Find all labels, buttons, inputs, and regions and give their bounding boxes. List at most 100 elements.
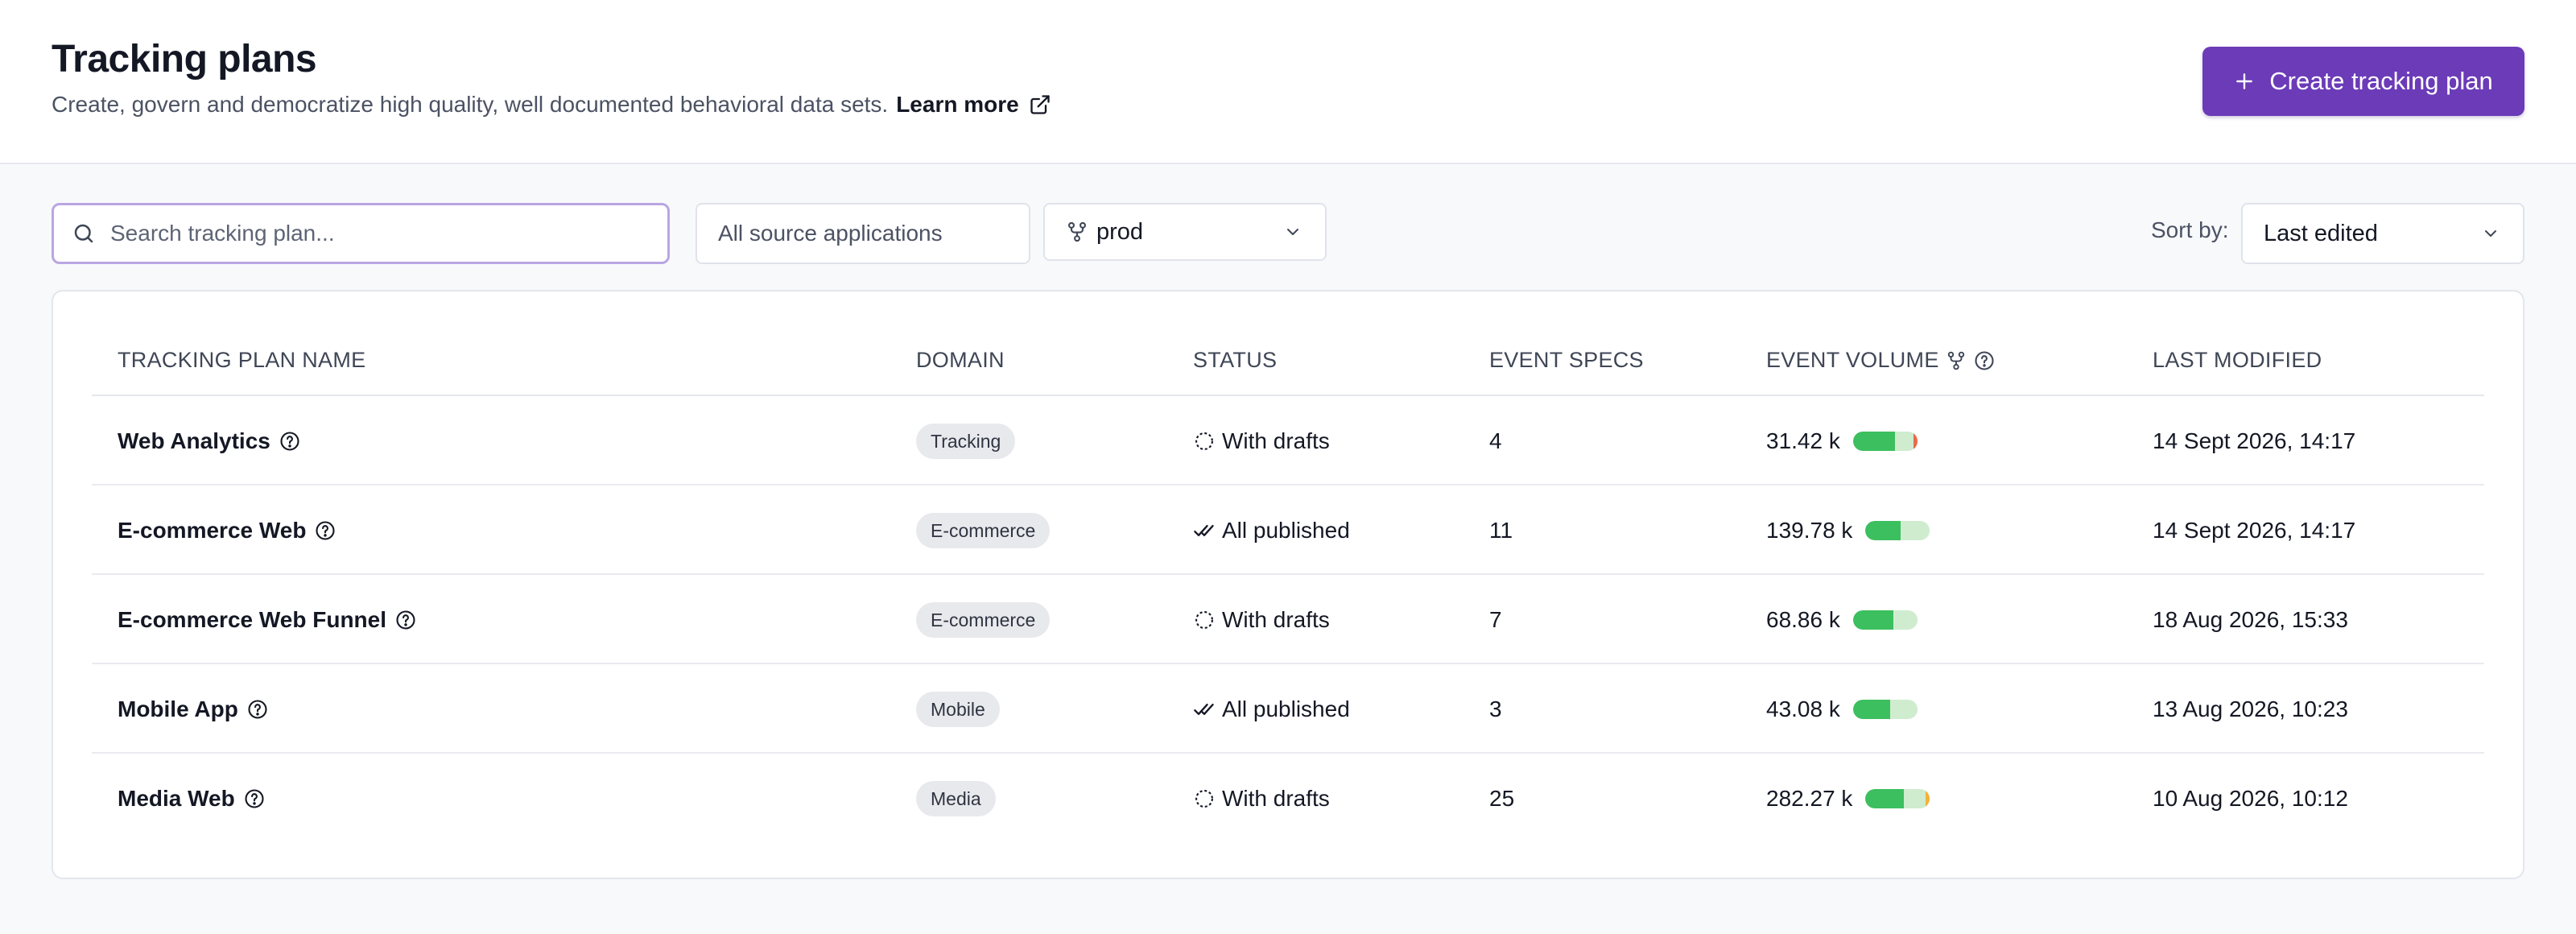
column-header-status[interactable]: STATUS (1193, 348, 1277, 373)
learn-more-label: Learn more (896, 92, 1019, 117)
table-row[interactable]: E-commerce Web E-commerce All published … (92, 486, 2484, 575)
plan-name[interactable]: Media Web (118, 786, 235, 812)
column-header-volume-label: EVENT VOLUME (1766, 348, 1939, 372)
status-cell: All published (1193, 486, 1350, 575)
help-icon[interactable] (246, 698, 269, 721)
table-body: Web Analytics Tracking With drafts 4 31.… (92, 396, 2484, 843)
domain-badge: Mobile (916, 691, 1000, 727)
plan-name-cell: E-commerce Web Funnel (118, 575, 417, 664)
status-text: All published (1222, 696, 1350, 721)
column-header-domain-label: DOMAIN (916, 348, 1005, 372)
published-status-icon (1193, 698, 1216, 721)
last-modified-cell: 18 Aug 2026, 15:33 (2153, 606, 2348, 632)
table-row[interactable]: E-commerce Web Funnel E-commerce With dr… (92, 575, 2484, 664)
column-header-volume[interactable]: EVENT VOLUME (1766, 348, 1996, 373)
help-icon[interactable] (394, 609, 417, 631)
domain-cell: Tracking (916, 396, 1016, 486)
event-specs-cell: 11 (1489, 517, 1513, 543)
event-volume-bar (1865, 520, 1930, 540)
plan-name-cell: Web Analytics (118, 396, 301, 486)
subtitle-text: Create, govern and democratize high qual… (52, 92, 889, 117)
tracking-plans-table: TRACKING PLAN NAME DOMAIN STATUS EVENT S… (92, 330, 2484, 843)
event-specs-cell: 4 (1489, 428, 1502, 453)
domain-badge: Media (916, 780, 996, 816)
double-check-icon (1194, 703, 1214, 715)
table-row[interactable]: Media Web Media With drafts 25 282.27 k … (92, 754, 2484, 843)
last-modified-cell: 10 Aug 2026, 10:12 (2153, 785, 2348, 811)
event-volume-cell: 282.27 k (1766, 754, 1930, 843)
plan-name[interactable]: Mobile App (118, 696, 238, 722)
status-text: With drafts (1222, 606, 1330, 632)
drafts-icon (1195, 432, 1213, 450)
status-text: With drafts (1222, 785, 1330, 811)
event-volume-value: 43.08 k (1766, 696, 1840, 721)
column-header-name-label: TRACKING PLAN NAME (118, 348, 366, 372)
help-icon[interactable] (314, 519, 336, 542)
create-button-label: Create tracking plan (2269, 67, 2493, 95)
domain-badge: Tracking (916, 423, 1016, 459)
chevron-down-icon (2485, 230, 2496, 237)
plan-name[interactable]: Web Analytics (118, 428, 270, 454)
event-volume-cell: 43.08 k (1766, 664, 1918, 754)
sort-select[interactable]: Last edited (2241, 203, 2524, 264)
column-header-specs[interactable]: EVENT SPECS (1489, 348, 1644, 373)
create-tracking-plan-button[interactable]: Create tracking plan (2202, 47, 2524, 116)
drafts-icon (1195, 789, 1213, 808)
event-volume-bar (1852, 431, 1918, 451)
published-status-icon (1193, 519, 1216, 542)
help-icon[interactable] (1973, 349, 1996, 372)
domain-cell: E-commerce (916, 575, 1051, 664)
table-row[interactable]: Web Analytics Tracking With drafts 4 31.… (92, 396, 2484, 486)
column-header-name[interactable]: TRACKING PLAN NAME (118, 348, 365, 373)
branch-icon (1947, 351, 1964, 370)
drafts-icon (1195, 610, 1213, 629)
page-subtitle: Create, govern and democratize high qual… (52, 92, 1051, 118)
help-icon[interactable] (279, 430, 301, 453)
domain-cell: Media (916, 754, 996, 843)
table-row[interactable]: Mobile App Mobile All published 3 43.08 … (92, 664, 2484, 754)
sort-by-label: Sort by: (2151, 217, 2229, 242)
event-specs-cell: 3 (1489, 696, 1502, 721)
column-header-modified-label: LAST MODIFIED (2153, 348, 2322, 372)
status-text: All published (1222, 517, 1350, 543)
event-volume-bar (1852, 699, 1918, 719)
plan-name[interactable]: E-commerce Web (118, 518, 306, 543)
external-link-icon (1030, 95, 1050, 114)
search-input[interactable] (110, 221, 625, 246)
status-cell: With drafts (1193, 575, 1330, 664)
column-header-status-label: STATUS (1193, 348, 1278, 372)
sort-select-value: Last edited (2264, 220, 2378, 246)
event-specs-cell: 7 (1489, 606, 1502, 632)
plan-name-cell: Mobile App (118, 664, 269, 754)
event-volume-value: 68.86 k (1766, 606, 1840, 632)
status-cell: With drafts (1193, 396, 1330, 486)
page-header: Tracking plans Create, govern and democr… (0, 0, 2576, 164)
status-cell: All published (1193, 664, 1350, 754)
plan-name[interactable]: E-commerce Web Funnel (118, 607, 386, 633)
event-volume-value: 31.42 k (1766, 428, 1840, 453)
search-box[interactable] (52, 203, 670, 264)
event-volume-cell: 68.86 k (1766, 575, 1918, 664)
last-modified-cell: 14 Sept 2026, 14:17 (2153, 428, 2356, 453)
domain-cell: Mobile (916, 664, 1000, 754)
status-cell: With drafts (1193, 754, 1330, 843)
page-title: Tracking plans (52, 38, 317, 81)
event-volume-cell: 31.42 k (1766, 396, 1918, 486)
event-volume-cell: 139.78 k (1766, 486, 1930, 575)
double-check-icon (1194, 524, 1214, 536)
domain-badge: E-commerce (916, 601, 1051, 638)
column-header-modified[interactable]: LAST MODIFIED (2153, 348, 2322, 373)
branch-select[interactable]: prod (1043, 203, 1327, 261)
event-volume-bar (1852, 610, 1918, 630)
tracking-plans-card: TRACKING PLAN NAME DOMAIN STATUS EVENT S… (52, 290, 2524, 879)
search-icon (74, 224, 93, 243)
event-specs-cell: 25 (1489, 785, 1515, 811)
drafts-status-icon (1193, 609, 1216, 631)
branch-select-value: prod (1096, 218, 1144, 245)
branch-icon (1068, 221, 1086, 242)
learn-more-link[interactable]: Learn more (896, 92, 1051, 118)
column-header-domain[interactable]: DOMAIN (916, 348, 1005, 373)
help-icon[interactable] (243, 787, 266, 810)
plan-name-cell: Media Web (118, 754, 266, 843)
source-applications-select[interactable]: All source applications (696, 203, 1030, 264)
